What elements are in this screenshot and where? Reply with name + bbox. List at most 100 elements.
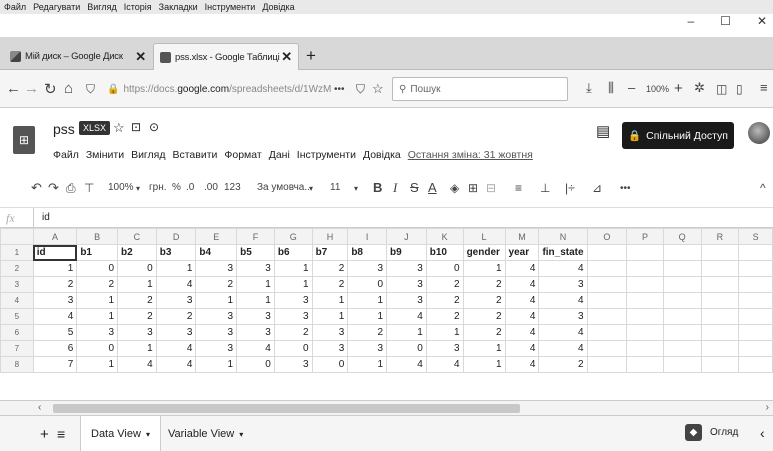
menu-edit[interactable]: Змінити — [86, 149, 124, 161]
cell[interactable]: b8 — [347, 244, 388, 261]
home-icon[interactable]: ⌂ — [64, 80, 73, 97]
cell[interactable]: 3 — [195, 260, 238, 277]
cell[interactable]: 0 — [425, 260, 464, 277]
chevron-down-icon[interactable]: ▾ — [146, 430, 150, 439]
cell[interactable]: 3 — [236, 260, 275, 277]
cell[interactable]: b2 — [117, 244, 157, 261]
page-actions-button[interactable]: ••• — [334, 84, 345, 95]
column-header[interactable]: K — [425, 228, 464, 245]
back-icon[interactable]: ← — [6, 80, 21, 97]
menu-format[interactable]: Формат — [224, 149, 261, 161]
cell[interactable]: b1 — [76, 244, 118, 261]
cell[interactable] — [586, 308, 628, 325]
print-icon[interactable]: ⎙ — [66, 181, 76, 196]
cell[interactable]: 3 — [311, 324, 349, 341]
zoom-select[interactable]: 100% — [108, 182, 134, 193]
cell[interactable] — [662, 308, 702, 325]
align-horizontal-icon[interactable]: ≡ — [515, 181, 522, 195]
column-header[interactable]: L — [462, 228, 506, 245]
cell[interactable]: 3 — [236, 308, 275, 325]
cell[interactable]: 4 — [236, 340, 275, 357]
scroll-right-icon[interactable]: › — [766, 402, 769, 413]
cell[interactable] — [700, 260, 740, 277]
cell[interactable] — [738, 324, 773, 341]
minimize-button[interactable]: – — [687, 14, 694, 28]
hamburger-menu-icon[interactable]: ≡ — [760, 80, 768, 95]
chevron-down-icon[interactable]: ▾ — [309, 184, 313, 193]
chevron-down-icon[interactable]: ▾ — [354, 184, 358, 193]
cell[interactable]: 2 — [273, 324, 313, 341]
browser-menu-item[interactable]: Вигляд — [87, 2, 117, 12]
all-sheets-button[interactable]: ≡ — [57, 426, 65, 442]
library-icon[interactable]: ⫼ — [608, 80, 614, 96]
cell[interactable]: 4 — [504, 356, 540, 373]
cell[interactable] — [738, 308, 773, 325]
add-sheet-button[interactable]: + — [40, 426, 49, 443]
explore-icon[interactable]: ◆ — [685, 424, 702, 441]
move-folder-icon[interactable]: ⊡ — [131, 120, 141, 134]
column-header[interactable]: G — [273, 228, 313, 245]
cell[interactable]: 4 — [504, 324, 540, 341]
column-header[interactable]: Q — [662, 228, 702, 245]
cell[interactable]: 3 — [155, 324, 197, 341]
cell[interactable] — [586, 244, 628, 261]
cell[interactable]: 3 — [195, 308, 238, 325]
cell[interactable]: 1 — [462, 356, 506, 373]
cell[interactable] — [626, 356, 664, 373]
cell[interactable]: 2 — [311, 260, 349, 277]
cell[interactable] — [738, 292, 773, 309]
new-tab-button[interactable]: + — [306, 46, 316, 66]
cell[interactable] — [626, 308, 664, 325]
cell[interactable]: 3 — [195, 324, 238, 341]
cell[interactable]: 3 — [386, 292, 427, 309]
row-header[interactable]: 4 — [0, 292, 34, 309]
cell[interactable]: year — [504, 244, 540, 261]
increase-decimal-button[interactable]: .00 — [204, 182, 218, 193]
tab-google-drive[interactable]: Мій диск – Google Диск ✕ — [4, 43, 152, 70]
cell[interactable]: 4 — [425, 356, 464, 373]
more-formats-button[interactable]: 123 — [224, 182, 241, 193]
cell[interactable]: 1 — [462, 260, 506, 277]
cell[interactable] — [586, 260, 628, 277]
cell[interactable]: 4 — [32, 308, 78, 325]
sidebar-icon[interactable]: ◫ — [716, 82, 727, 96]
strikethrough-button[interactable]: S — [410, 180, 419, 195]
menu-view[interactable]: Вигляд — [131, 149, 165, 161]
menu-data[interactable]: Дані — [269, 149, 290, 161]
cell[interactable]: 3 — [311, 340, 349, 357]
browser-menu-item[interactable]: Файл — [4, 2, 26, 12]
cell[interactable]: 2 — [117, 308, 157, 325]
sheets-logo[interactable]: ⊞ — [13, 126, 35, 154]
zoom-level[interactable]: 100% — [646, 84, 669, 94]
cell[interactable] — [662, 260, 702, 277]
merge-cells-icon[interactable]: ⊟ — [486, 181, 496, 195]
cell[interactable] — [586, 340, 628, 357]
close-tab-icon[interactable]: ✕ — [281, 49, 292, 65]
column-header[interactable]: O — [586, 228, 628, 245]
browser-menu-item[interactable]: Редагувати — [33, 2, 80, 12]
cell[interactable]: 2 — [311, 276, 349, 293]
cell[interactable] — [626, 244, 664, 261]
cell[interactable]: 3 — [117, 324, 157, 341]
font-size-select[interactable]: 11 — [330, 182, 340, 193]
cell[interactable]: b9 — [386, 244, 427, 261]
cell[interactable]: 3 — [273, 292, 313, 309]
chevron-down-icon[interactable]: ▾ — [239, 430, 243, 439]
cell[interactable] — [626, 292, 664, 309]
paint-format-icon[interactable]: ⊤ — [84, 181, 94, 195]
cell[interactable] — [700, 324, 740, 341]
cell[interactable]: 3 — [32, 292, 78, 309]
cell[interactable] — [586, 356, 628, 373]
column-header[interactable]: C — [117, 228, 157, 245]
zoom-out-icon[interactable]: – — [628, 80, 635, 95]
scrollbar-thumb[interactable] — [53, 404, 520, 413]
cell[interactable]: 1 — [462, 340, 506, 357]
gear-icon[interactable]: ✲ — [694, 80, 705, 96]
cell[interactable]: 1 — [155, 260, 197, 277]
cell[interactable]: 3 — [538, 276, 588, 293]
column-header[interactable]: I — [347, 228, 388, 245]
cell[interactable] — [738, 244, 773, 261]
row-header[interactable]: 1 — [0, 244, 34, 261]
cell[interactable]: 5 — [32, 324, 78, 341]
column-header[interactable]: F — [236, 228, 275, 245]
